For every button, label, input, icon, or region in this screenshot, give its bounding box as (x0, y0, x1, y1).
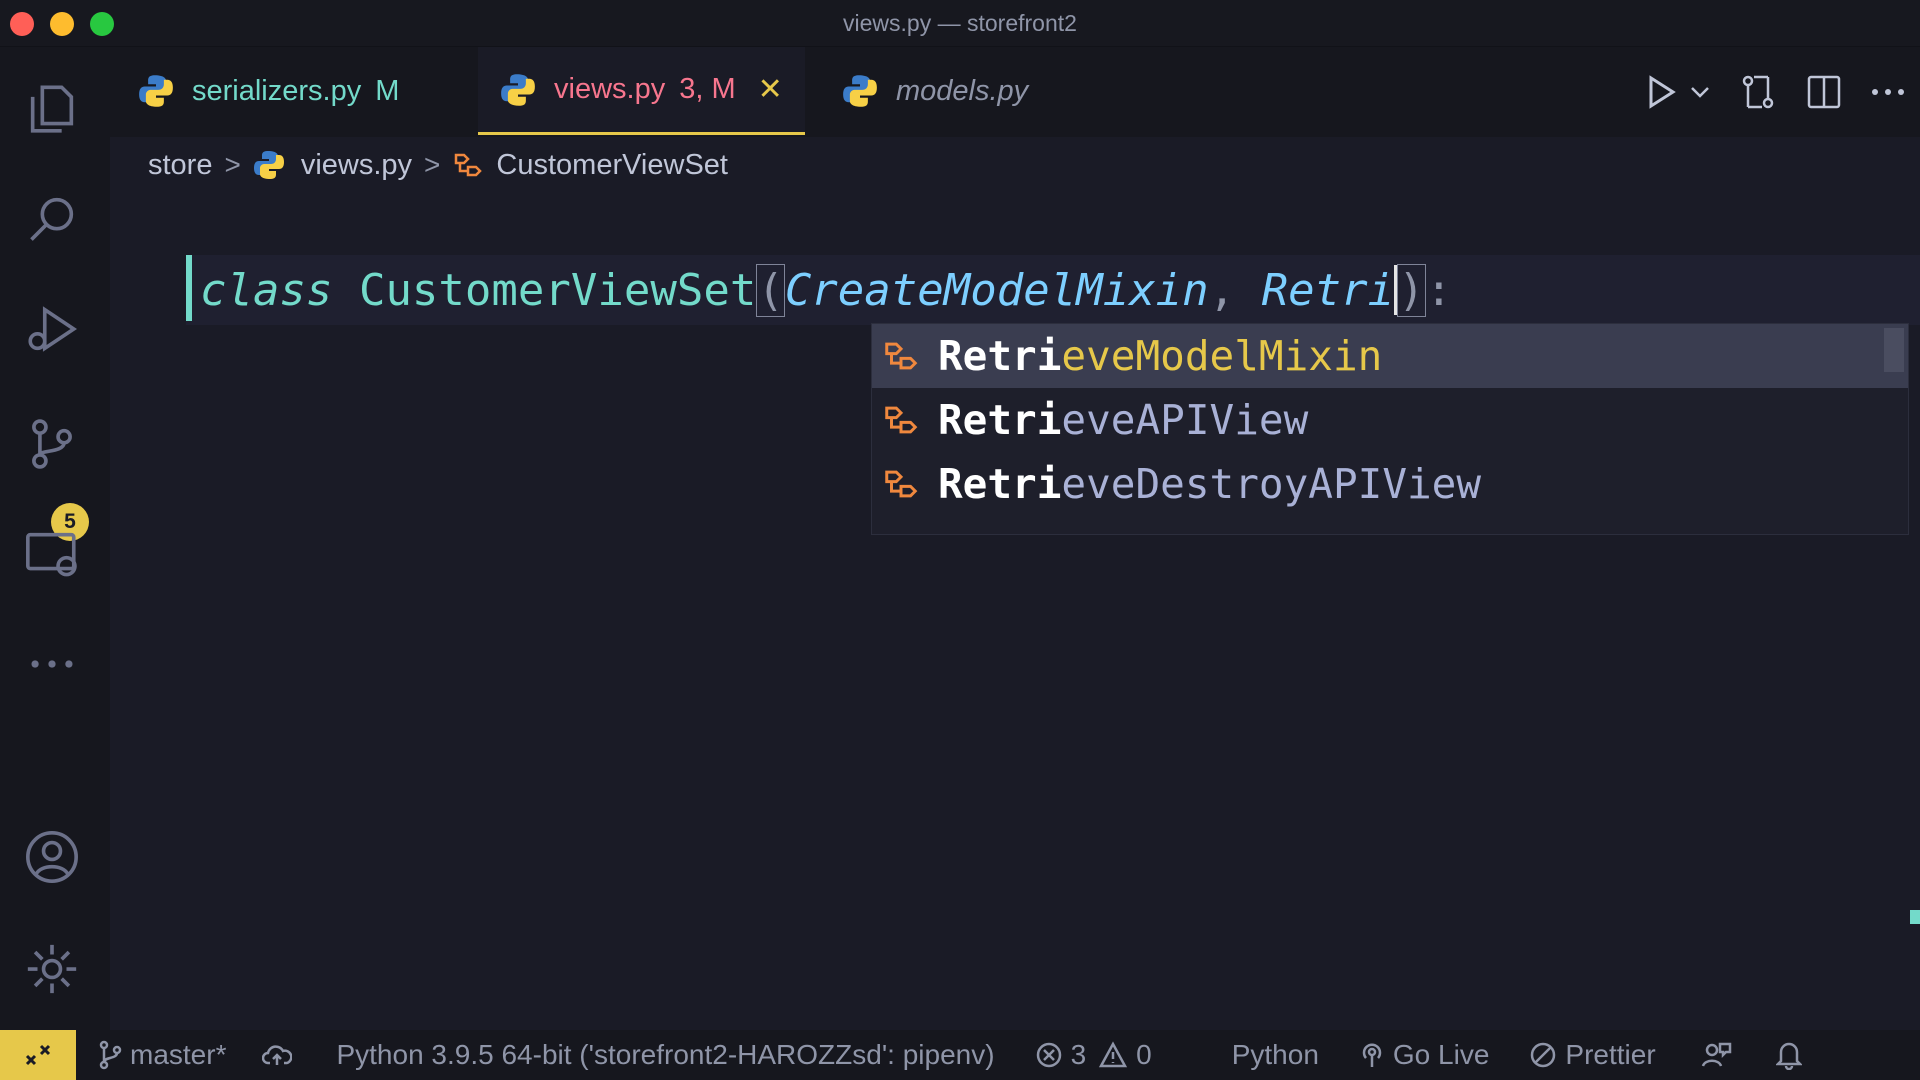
class-icon (885, 406, 918, 434)
sync-cloud-icon[interactable] (262, 1043, 300, 1067)
breadcrumb-file[interactable]: views.py (301, 149, 412, 182)
warning-count: 0 (1136, 1039, 1152, 1070)
status-bar: master* Python 3.9.5 64-bit ('storefront… (0, 1030, 1920, 1080)
notifications-bell-icon[interactable] (1775, 1040, 1810, 1070)
typed-text: Retri (1261, 264, 1395, 316)
keyword-class: class (200, 264, 333, 316)
source-control-icon[interactable] (20, 412, 84, 476)
go-live-label: Go Live (1392, 1039, 1490, 1070)
tab-views[interactable]: views.py 3, M ✕ (478, 47, 805, 135)
suggestion-item[interactable]: Retri eveDestroyAPIView (872, 452, 1908, 516)
run-debug-icon[interactable] (20, 297, 84, 361)
close-paren: ) (1397, 263, 1426, 317)
comma: , (1208, 264, 1262, 316)
broadcast-icon (1362, 1043, 1382, 1067)
close-tab-icon[interactable]: ✕ (758, 72, 783, 107)
breadcrumb-symbol[interactable]: CustomerViewSet (496, 149, 728, 182)
code-editor[interactable]: class CustomerViewSet(CreateModelMixin, … (110, 193, 1920, 1030)
tab-label: models.py (896, 74, 1029, 107)
class-icon (455, 153, 483, 177)
run-dropdown-chevron-down-icon[interactable] (1684, 70, 1716, 114)
tab-serializers[interactable]: serializers.py M (138, 47, 399, 135)
python-interpreter[interactable]: Python 3.9.5 64-bit ('storefront2-HAROZZ… (336, 1039, 994, 1071)
error-count: 3 (1070, 1039, 1087, 1070)
code-line[interactable]: class CustomerViewSet(CreateModelMixin, … (186, 255, 1920, 325)
python-icon (501, 73, 535, 106)
run-icon[interactable] (1640, 70, 1684, 114)
chevron-right-icon: > (224, 149, 241, 180)
modified-line-indicator (186, 255, 192, 321)
feedback-icon[interactable] (1700, 1040, 1740, 1070)
tab-status: M (375, 74, 400, 107)
language-mode[interactable]: Python (1232, 1039, 1319, 1071)
branch-name: master* (130, 1039, 227, 1070)
base-class-1: CreateModelMixin (784, 264, 1209, 316)
suggestion-rest: eveDestroyAPIView (1061, 460, 1482, 508)
breadcrumb: store > views.py > CustomerViewSet (110, 137, 1920, 193)
suggestion-rest: eveAPIView (1061, 396, 1309, 444)
suggestion-item[interactable]: Retri eveAPIView (872, 388, 1908, 452)
suggestion-scrollbar[interactable] (1884, 328, 1904, 372)
language-label: Python (1231, 1039, 1319, 1070)
more-icon[interactable] (20, 632, 84, 696)
prettier-label: Prettier (1565, 1039, 1656, 1070)
activity-bar: 5 (0, 47, 110, 1030)
autocomplete-suggestions: Retri eveModelMixin Retri eveAPIView Retri… (871, 323, 1909, 535)
suggestion-match: Retri (938, 332, 1062, 380)
suggestion-item[interactable]: Retri eveModelMixin (872, 324, 1908, 388)
compare-changes-icon[interactable] (1736, 70, 1780, 114)
tab-models[interactable]: models.py (842, 47, 1028, 135)
split-editor-icon[interactable] (1802, 70, 1846, 114)
settings-gear-icon[interactable] (20, 937, 84, 1001)
git-branch-icon (99, 1040, 122, 1070)
title-bar: views.py — storefront2 (0, 0, 1920, 47)
python-icon (253, 151, 284, 179)
remote-explorer-icon[interactable] (20, 522, 84, 586)
explorer-icon[interactable] (20, 77, 84, 141)
suggestion-match: Retri (938, 396, 1062, 444)
breadcrumb-folder[interactable]: store (148, 149, 212, 182)
overview-ruler-mark (1910, 910, 1920, 924)
tab-status: 3, M (679, 73, 736, 105)
window-title: views.py — storefront2 (843, 10, 1077, 36)
search-icon[interactable] (20, 187, 84, 251)
class-name: CustomerViewSet (358, 264, 757, 316)
colon: : (1425, 264, 1453, 316)
warning-icon (1099, 1041, 1128, 1068)
problems-status[interactable]: 3 0 (1035, 1039, 1152, 1071)
prettier-status[interactable]: Prettier (1529, 1039, 1656, 1071)
prettier-disabled-icon (1531, 1042, 1556, 1068)
account-icon[interactable] (20, 825, 84, 889)
remote-indicator-icon[interactable] (0, 1030, 76, 1080)
open-paren: ( (756, 263, 785, 317)
class-icon (885, 470, 918, 498)
python-icon (843, 75, 877, 107)
interpreter-label: Python 3.9.5 64-bit ('storefront2-HAROZZ… (336, 1039, 995, 1070)
python-icon (139, 75, 173, 107)
class-icon (885, 342, 918, 370)
branch-status[interactable]: master* (98, 1039, 226, 1071)
suggestion-match: Retri (938, 460, 1062, 508)
suggestion-rest: eveModelMixin (1061, 332, 1383, 380)
go-live-button[interactable]: Go Live (1359, 1039, 1490, 1071)
error-icon (1036, 1042, 1061, 1068)
editor-actions (1640, 47, 1920, 137)
chevron-right-icon: > (424, 149, 441, 180)
more-actions-icon[interactable] (1866, 70, 1910, 114)
tab-label: serializers.py (192, 74, 362, 107)
tab-label: views.py (554, 73, 666, 105)
